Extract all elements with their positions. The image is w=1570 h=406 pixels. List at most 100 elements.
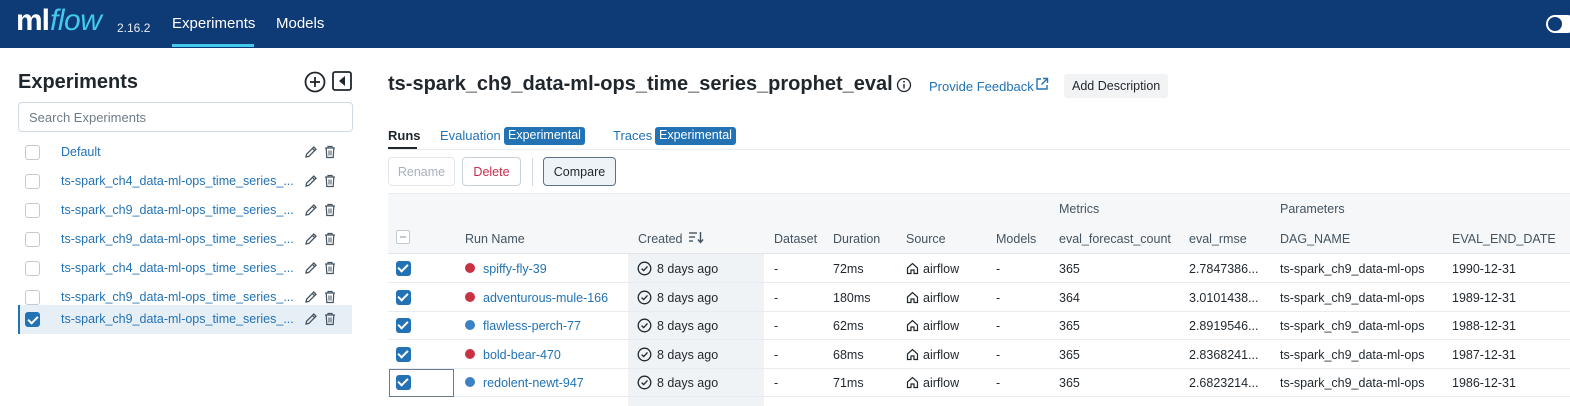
sidebar-title: Experiments	[18, 71, 139, 93]
external-link-icon[interactable]	[1035, 77, 1049, 91]
col-source[interactable]: Source	[906, 232, 946, 246]
experiment-name[interactable]: ts-spark_ch9_data-ml-ops_time_series_...	[61, 232, 301, 246]
home-icon	[906, 262, 919, 275]
col-duration[interactable]: Duration	[833, 232, 880, 246]
edit-pencil-icon[interactable]	[304, 312, 318, 326]
col-models[interactable]: Models	[996, 232, 1036, 246]
delete-button[interactable]: Delete	[462, 157, 521, 186]
col-dataset[interactable]: Dataset	[774, 232, 817, 246]
row-checkbox[interactable]	[396, 261, 411, 276]
row-checkbox[interactable]	[396, 347, 411, 362]
nav-experiments[interactable]: Experiments	[172, 15, 255, 32]
search-experiments-input[interactable]	[18, 102, 353, 132]
experimental-badge: Experimental	[655, 127, 736, 145]
home-icon	[906, 319, 919, 332]
logo-flow-text: flow	[50, 4, 102, 37]
add-description-button[interactable]: Add Description	[1064, 74, 1169, 98]
sort-descending-icon[interactable]	[688, 230, 704, 244]
col-eval-rmse[interactable]: eval_rmse	[1189, 232, 1247, 246]
collapse-sidebar-icon[interactable]	[332, 71, 352, 91]
experiment-name[interactable]: Default	[61, 145, 301, 159]
run-name-link[interactable]: flawless-perch-77	[483, 319, 581, 333]
experiment-checkbox[interactable]	[25, 174, 40, 189]
eval-forecast-count-value: 364	[1059, 291, 1080, 305]
trash-icon[interactable]	[324, 232, 336, 246]
models-value: -	[996, 262, 1001, 276]
edit-pencil-icon[interactable]	[304, 203, 318, 217]
provide-feedback-link[interactable]: Provide Feedback	[929, 79, 1034, 94]
table-row[interactable]: spiffy-fly-39 8 days ago - 72ms airflow - 365 2…	[388, 254, 1570, 283]
run-name-link[interactable]: bold-bear-470	[483, 348, 561, 362]
experiment-name[interactable]: ts-spark_ch4_data-ml-ops_time_series_...	[61, 174, 301, 188]
table-row[interactable]: flawless-perch-77 8 days ago - 62ms airflow -…	[388, 311, 1570, 340]
col-eval-forecast-count[interactable]: eval_forecast_count	[1059, 232, 1171, 246]
sidebar-experiment-item[interactable]: ts-spark_ch9_data-ml-ops_time_series_...	[18, 196, 352, 225]
compare-button[interactable]: Compare	[543, 157, 616, 186]
tab-evaluation[interactable]: Evaluation	[440, 128, 501, 143]
eval-rmse-value: 3.0101438...	[1189, 291, 1259, 305]
eval-end-date-value: 1987-12-31	[1452, 348, 1516, 362]
tab-traces[interactable]: Traces	[613, 128, 652, 143]
trash-icon[interactable]	[324, 290, 336, 304]
home-icon	[906, 376, 919, 389]
tab-runs[interactable]: Runs	[388, 128, 421, 143]
theme-toggle[interactable]	[1546, 15, 1570, 33]
run-color-dot	[465, 377, 475, 387]
logo-ml-text: ml	[16, 4, 50, 37]
sidebar-experiment-item[interactable]: ts-spark_ch9_data-ml-ops_time_series_...	[18, 225, 352, 254]
col-eval-end-date[interactable]: EVAL_END_DATE	[1452, 232, 1556, 246]
experiment-checkbox[interactable]	[25, 145, 40, 160]
trash-icon[interactable]	[324, 145, 336, 159]
info-icon[interactable]	[896, 77, 912, 93]
run-name-link[interactable]: spiffy-fly-39	[483, 262, 547, 276]
sidebar-experiment-item[interactable]: ts-spark_ch4_data-ml-ops_time_series_...	[18, 254, 352, 283]
edit-pencil-icon[interactable]	[304, 232, 318, 246]
experiment-checkbox[interactable]	[25, 232, 40, 247]
table-row[interactable]: redolent-newt-947 8 days ago - 71ms airflow -…	[388, 368, 1570, 397]
edit-pencil-icon[interactable]	[304, 174, 318, 188]
edit-pencil-icon[interactable]	[304, 145, 318, 159]
rename-button[interactable]: Rename	[388, 157, 455, 186]
experiment-checkbox[interactable]	[25, 203, 40, 218]
active-nav-indicator	[172, 44, 254, 47]
mlflow-logo[interactable]: ml flow	[16, 4, 102, 44]
trash-icon[interactable]	[324, 261, 336, 275]
col-dag-name[interactable]: DAG_NAME	[1280, 232, 1350, 246]
table-row[interactable]: adventurous-mule-166 8 days ago - 180ms airf…	[388, 283, 1570, 312]
col-created[interactable]: Created	[638, 232, 682, 246]
models-value: -	[996, 319, 1001, 333]
clock-icon	[637, 347, 652, 362]
sidebar-experiment-item[interactable]: ts-spark_ch9_data-ml-ops_time_series_...	[18, 305, 352, 334]
experiment-checkbox[interactable]	[25, 312, 40, 327]
experiment-checkbox[interactable]	[25, 261, 40, 276]
trash-icon[interactable]	[324, 312, 336, 326]
row-checkbox[interactable]	[396, 318, 411, 333]
table-row[interactable]: bold-bear-470 8 days ago - 68ms airflow - 365 2…	[388, 340, 1570, 369]
select-all-checkbox[interactable]	[396, 230, 410, 244]
experiment-name[interactable]: ts-spark_ch9_data-ml-ops_time_series_...	[61, 203, 301, 217]
trash-icon[interactable]	[324, 174, 336, 188]
row-checkbox[interactable]	[396, 290, 411, 305]
row-checkbox[interactable]	[396, 375, 411, 390]
col-run-name[interactable]: Run Name	[465, 232, 525, 246]
sidebar-experiment-item[interactable]: ts-spark_ch4_data-ml-ops_time_series_...	[18, 167, 352, 196]
nav-models[interactable]: Models	[276, 15, 324, 32]
experiment-title: ts-spark_ch9_data-ml-ops_time_series_pro…	[388, 73, 893, 95]
experiment-name[interactable]: ts-spark_ch9_data-ml-ops_time_series_...	[61, 290, 301, 304]
parameters-group-header: Parameters	[1280, 202, 1345, 216]
experiment-name[interactable]: ts-spark_ch9_data-ml-ops_time_series_...	[61, 312, 301, 326]
dag-name-value: ts-spark_ch9_data-ml-ops	[1280, 348, 1425, 362]
edit-pencil-icon[interactable]	[304, 290, 318, 304]
clock-icon	[637, 318, 652, 333]
run-name-link[interactable]: redolent-newt-947	[483, 376, 584, 390]
eval-rmse-value: 2.8368241...	[1189, 348, 1259, 362]
home-icon	[906, 291, 919, 304]
edit-pencil-icon[interactable]	[304, 261, 318, 275]
experimental-badge: Experimental	[504, 127, 585, 145]
trash-icon[interactable]	[324, 203, 336, 217]
add-experiment-icon[interactable]	[304, 71, 326, 93]
experiment-name[interactable]: ts-spark_ch4_data-ml-ops_time_series_...	[61, 261, 301, 275]
run-name-link[interactable]: adventurous-mule-166	[483, 291, 608, 305]
experiment-checkbox[interactable]	[25, 290, 40, 305]
sidebar-experiment-item[interactable]: Default	[18, 138, 352, 167]
